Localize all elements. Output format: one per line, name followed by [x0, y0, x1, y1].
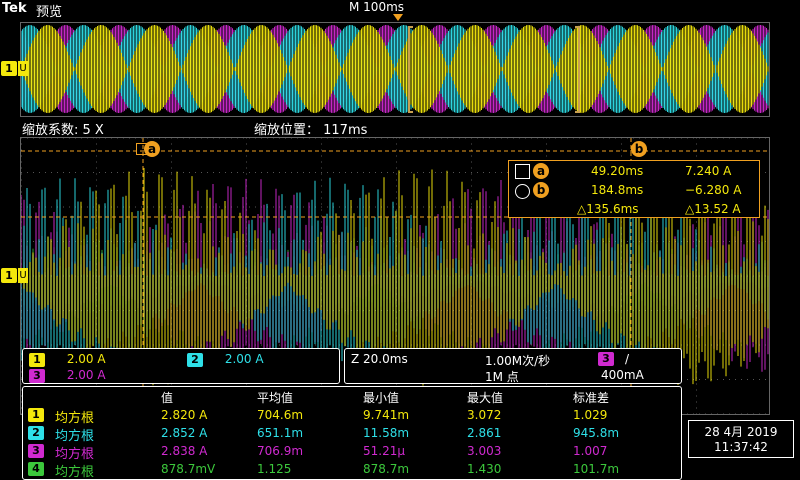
cursor-b-circle-icon — [515, 184, 530, 199]
meas-type: 均方根 — [55, 411, 95, 426]
meas-value: 1.007 — [573, 444, 608, 458]
meas-value: 704.6m — [257, 408, 304, 422]
meas-value: 3.003 — [467, 444, 502, 458]
ch1-scale: 2.00 A — [66, 352, 106, 366]
top-status-bar: Tek 预览 M 100ms — [0, 0, 800, 21]
meas-value: 651.1m — [257, 426, 304, 440]
overview-waveform-window[interactable] — [20, 22, 770, 117]
ch3-scale-item[interactable]: 3 2.00 A — [29, 368, 106, 383]
measurement-panel[interactable]: 值 平均值 最小值 最大值 标准差 1 均方根 2.820 A 704.6m 9.741… — [22, 386, 682, 480]
meas-header-value: 值 — [161, 391, 174, 405]
meas-value: 101.7m — [573, 462, 620, 476]
meas-value: 706.9m — [257, 444, 304, 458]
ch2-badge: 2 — [187, 353, 203, 367]
meas-row[interactable]: 3 均方根 2.838 A 706.9m 51.21μ 3.003 1.007 — [23, 443, 681, 462]
meas-value: 2.852 A — [161, 426, 208, 440]
meas-value: 51.21μ — [363, 444, 405, 458]
ch1-scale-item[interactable]: 1 2.00 A — [29, 352, 106, 367]
meas-value: 878.7mV — [161, 462, 216, 476]
cursor-a-time: 49.20ms — [591, 164, 644, 178]
ch1-u-marker-main: U — [18, 268, 28, 283]
meas-type: 均方根 — [55, 465, 95, 480]
time-readout: 11:37:42 — [714, 440, 768, 454]
brand-logo: Tek — [2, 1, 27, 16]
meas-ch-badge: 3 — [28, 444, 44, 458]
cursor-a-value: 7.240 A — [685, 164, 732, 178]
meas-value: 1.125 — [257, 462, 292, 476]
meas-value: 3.072 — [467, 408, 502, 422]
trigger-level: 400mA — [601, 368, 644, 382]
ch2-scale-item[interactable]: 2 2.00 A — [187, 352, 264, 367]
record-length: 1M 点 — [485, 370, 519, 384]
meas-value: 2.820 A — [161, 408, 208, 422]
cursor-b-badge: b — [533, 182, 549, 198]
cursor-readout-panel[interactable]: a 49.20ms 7.240 A b 184.8ms −6.280 A △13… — [508, 160, 760, 218]
meas-value: 2.838 A — [161, 444, 208, 458]
meas-row[interactable]: 1 均方根 2.820 A 704.6m 9.741m 3.072 1.029 — [23, 407, 681, 426]
ch1-ground-marker-overview[interactable]: 1 — [1, 61, 17, 76]
mode-label: 预览 — [36, 5, 63, 20]
ch3-scale: 2.00 A — [66, 368, 106, 382]
cursor-b-time: 184.8ms — [591, 183, 644, 197]
cursor-delta-value: △13.52 A — [685, 202, 741, 216]
meas-row[interactable]: 4 均方根 878.7mV 1.125 878.7m 1.430 101.7m — [23, 461, 681, 480]
meas-ch-badge: 4 — [28, 462, 44, 476]
meas-header-max: 最大值 — [467, 391, 504, 405]
meas-value: 1.029 — [573, 408, 608, 422]
trigger-slope-icon: / — [625, 352, 630, 366]
meas-value: 878.7m — [363, 462, 410, 476]
meas-value: 1.430 — [467, 462, 502, 476]
timebase-readout[interactable]: M 100ms — [349, 0, 404, 14]
zoom-factor-label: 缩放系数: 5 X — [22, 123, 104, 138]
zoom-position-label: 缩放位置： 117ms — [254, 123, 368, 138]
meas-header-stddev: 标准差 — [573, 391, 610, 405]
meas-value: 945.8m — [573, 426, 620, 440]
ch3-badge: 3 — [29, 369, 45, 383]
ch1-badge: 1 — [29, 353, 45, 367]
meas-header-mean: 平均值 — [257, 391, 294, 405]
ch2-scale: 2.00 A — [224, 352, 264, 366]
trigger-position-marker[interactable] — [393, 14, 403, 21]
ch1-u-marker-overview: U — [18, 61, 28, 76]
ch1-ground-marker-main[interactable]: 1 — [1, 268, 17, 283]
trigger-channel-badge: 3 — [598, 352, 614, 366]
acquisition-panel[interactable]: Z 20.0ms 1.00M次/秒 1M 点 3 / 400mA — [344, 348, 682, 384]
cursor-a-tag[interactable]: a — [144, 141, 160, 157]
cursor-a-square-icon — [515, 164, 530, 179]
meas-row[interactable]: 2 均方根 2.852 A 651.1m 11.58m 2.861 945.8m — [23, 425, 681, 444]
cursor-b-tag[interactable]: b — [631, 141, 647, 157]
meas-type: 均方根 — [55, 429, 95, 444]
meas-value: 9.741m — [363, 408, 410, 422]
datetime-panel[interactable]: 28 4月 2019 11:37:42 — [688, 420, 794, 458]
channel-scale-panel[interactable]: 1 2.00 A 2 2.00 A 3 2.00 A — [22, 348, 340, 384]
cursor-delta-time: △135.6ms — [577, 202, 639, 216]
date-readout: 28 4月 2019 — [704, 425, 778, 439]
meas-value: 2.861 — [467, 426, 502, 440]
meas-value: 11.58m — [363, 426, 410, 440]
cursor-b-value: −6.280 A — [685, 183, 742, 197]
sample-rate: 1.00M次/秒 — [485, 354, 551, 368]
meas-ch-badge: 2 — [28, 426, 44, 440]
meas-type: 均方根 — [55, 447, 95, 462]
zoom-timebase: Z 20.0ms — [351, 352, 408, 366]
cursor-a-badge: a — [533, 163, 549, 179]
overview-waveform-plot — [21, 23, 769, 116]
meas-header-min: 最小值 — [363, 391, 400, 405]
meas-ch-badge: 1 — [28, 408, 44, 422]
